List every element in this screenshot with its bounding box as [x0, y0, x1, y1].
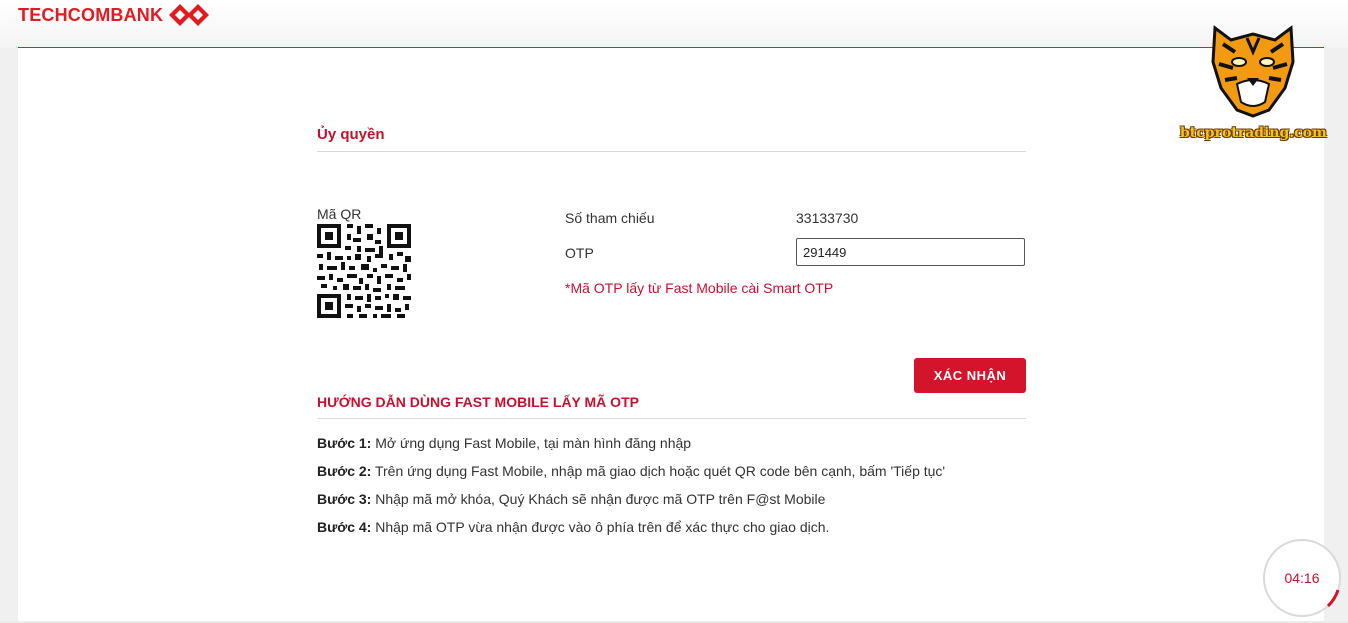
watermark: btcprotrading.com — [1180, 18, 1327, 141]
step-text: Mở ứng dụng Fast Mobile, tại màn hình đă… — [371, 435, 692, 451]
authorization-title: Ủy quyền — [317, 116, 1026, 152]
otp-guide-section: HƯỚNG DẪN DÙNG FAST MOBILE LẤY MÃ OTP Bư… — [317, 384, 1026, 541]
otp-label: OTP — [565, 245, 594, 261]
header-bar: TECHCOMBANK — [0, 0, 1348, 48]
techcombank-logo: TECHCOMBANK — [18, 4, 210, 26]
step-label: Bước 2: — [317, 463, 372, 479]
countdown-timer: 04:16 — [1262, 538, 1342, 618]
step-label: Bước 3: — [317, 491, 372, 507]
guide-title: HƯỚNG DẪN DÙNG FAST MOBILE LẤY MÃ OTP — [317, 384, 1026, 419]
watermark-text: btcprotrading.com — [1180, 125, 1327, 141]
authorization-body: Mã QR Số tham chiếu 33133730 OTP 291449 … — [317, 152, 1026, 393]
step-label: Bước 4: — [317, 519, 372, 535]
step-text: Nhập mã OTP vừa nhận được vào ô phía trê… — [371, 519, 830, 535]
reference-number-label: Số tham chiếu — [565, 210, 655, 226]
background-panel-left — [0, 0, 18, 621]
qr-label: Mã QR — [317, 206, 362, 222]
step-text: Trên ứng dụng Fast Mobile, nhập mã giao … — [371, 463, 946, 479]
reference-number-value: 33133730 — [796, 210, 859, 226]
step-label: Bước 1: — [317, 435, 372, 451]
guide-step: Bước 2: Trên ứng dụng Fast Mobile, nhập … — [317, 457, 1026, 485]
timer-value: 04:16 — [1284, 570, 1320, 586]
brand-name: TECHCOMBANK — [18, 4, 164, 25]
background-panel-right — [1324, 0, 1348, 621]
otp-note: *Mã OTP lấy từ Fast Mobile cài Smart OTP — [565, 280, 834, 296]
guide-step: Bước 4: Nhập mã OTP vừa nhận được vào ô … — [317, 513, 1026, 541]
qr-code-image — [317, 224, 411, 318]
header-divider — [18, 47, 1324, 48]
tiger-head-icon — [1211, 25, 1295, 118]
authorization-section: Ủy quyền Mã QR Số tham chiếu 33133730 OT… — [317, 116, 1026, 393]
guide-steps: Bước 1: Mở ứng dụng Fast Mobile, tại màn… — [317, 419, 1026, 541]
guide-step: Bước 1: Mở ứng dụng Fast Mobile, tại màn… — [317, 429, 1026, 457]
guide-step: Bước 3: Nhập mã mở khóa, Quý Khách sẽ nh… — [317, 485, 1026, 513]
step-text: Nhập mã mở khóa, Quý Khách sẽ nhận được … — [371, 491, 826, 507]
otp-input[interactable] — [796, 238, 1025, 266]
techcombank-diamond-icon — [169, 4, 210, 26]
